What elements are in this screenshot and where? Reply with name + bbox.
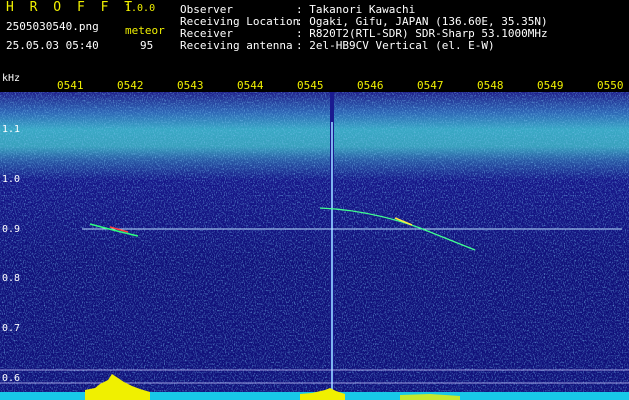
header-panel: H R O F F T 1.0.0 2505030540.png meteor …	[0, 0, 629, 70]
freq-tick: 0.8	[2, 273, 21, 284]
app-title: H R O F F T	[6, 0, 137, 15]
antenna-value: : 2el-HB9CV Vertical (el. E-W)	[296, 39, 495, 52]
app-version: 1.0.0	[125, 3, 156, 14]
interference-spike	[331, 122, 333, 400]
antenna-key: Receiving antenna	[180, 39, 293, 52]
time-tick: 0547	[417, 79, 444, 92]
time-tick: 0550	[597, 79, 624, 92]
meteor-count: 95	[140, 39, 154, 52]
freq-tick: 0.7	[2, 323, 21, 334]
time-tick: 0542	[117, 79, 144, 92]
file-datetime: 25.05.03 05:40	[6, 39, 99, 52]
time-tick: 0546	[357, 79, 384, 92]
spectrogram	[0, 92, 629, 400]
time-tick: 0541	[57, 79, 84, 92]
freq-tick: 1.1	[2, 124, 21, 135]
time-tick: 0549	[537, 79, 564, 92]
noise-speckle	[0, 92, 629, 400]
freq-tick: 0.6	[2, 373, 21, 384]
freq-tick: 0.9	[2, 224, 21, 235]
meteor-label: meteor	[125, 24, 165, 37]
file-name: 2505030540.png	[6, 20, 99, 33]
freq-tick: 1.0	[2, 174, 21, 185]
time-tick: 0548	[477, 79, 504, 92]
time-tick: 0543	[177, 79, 204, 92]
time-tick: 0545	[297, 79, 324, 92]
axis-unit: kHz	[2, 73, 21, 84]
time-tick: 0544	[237, 79, 264, 92]
